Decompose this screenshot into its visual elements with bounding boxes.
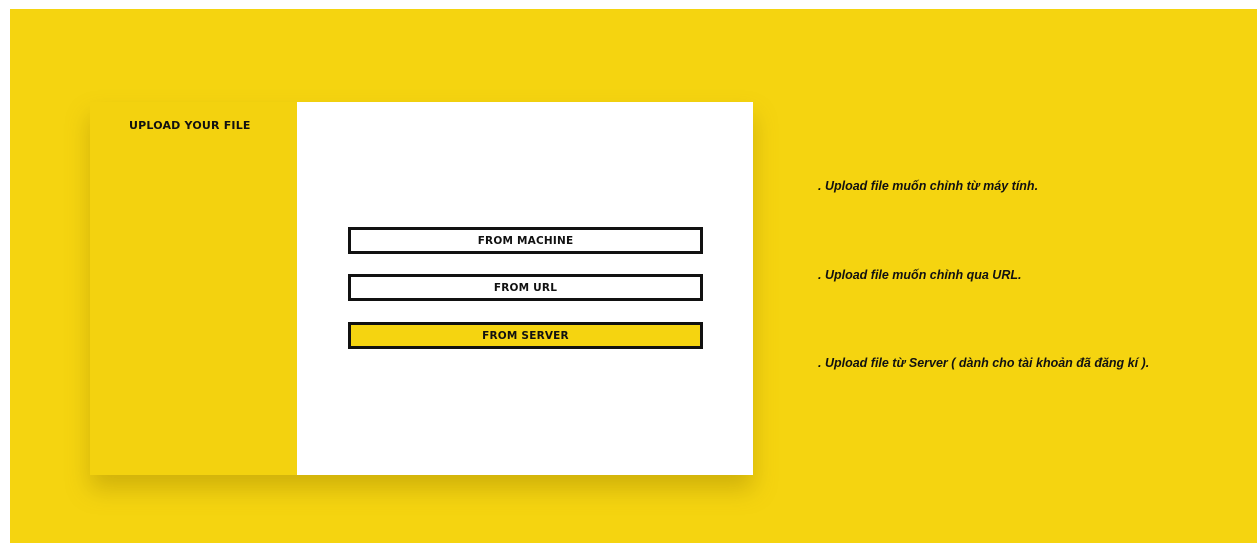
upload-options-area: FROM MACHINE FROM URL FROM SERVER xyxy=(297,102,753,475)
machine-description: . Upload file muốn chỉnh từ máy tính. xyxy=(818,179,1039,193)
upload-sidebar: UPLOAD YOUR FILE xyxy=(90,102,297,475)
from-server-button[interactable]: FROM SERVER xyxy=(348,322,703,349)
page-background: UPLOAD YOUR FILE FROM MACHINE FROM URL F… xyxy=(10,9,1257,543)
url-description: . Upload file muốn chỉnh qua URL. xyxy=(818,268,1022,282)
sidebar-title: UPLOAD YOUR FILE xyxy=(129,119,251,132)
server-description: . Upload file từ Server ( dành cho tài k… xyxy=(818,356,1150,370)
from-url-button[interactable]: FROM URL xyxy=(348,274,703,301)
upload-panel: UPLOAD YOUR FILE FROM MACHINE FROM URL F… xyxy=(90,102,753,475)
from-machine-button[interactable]: FROM MACHINE xyxy=(348,227,703,254)
